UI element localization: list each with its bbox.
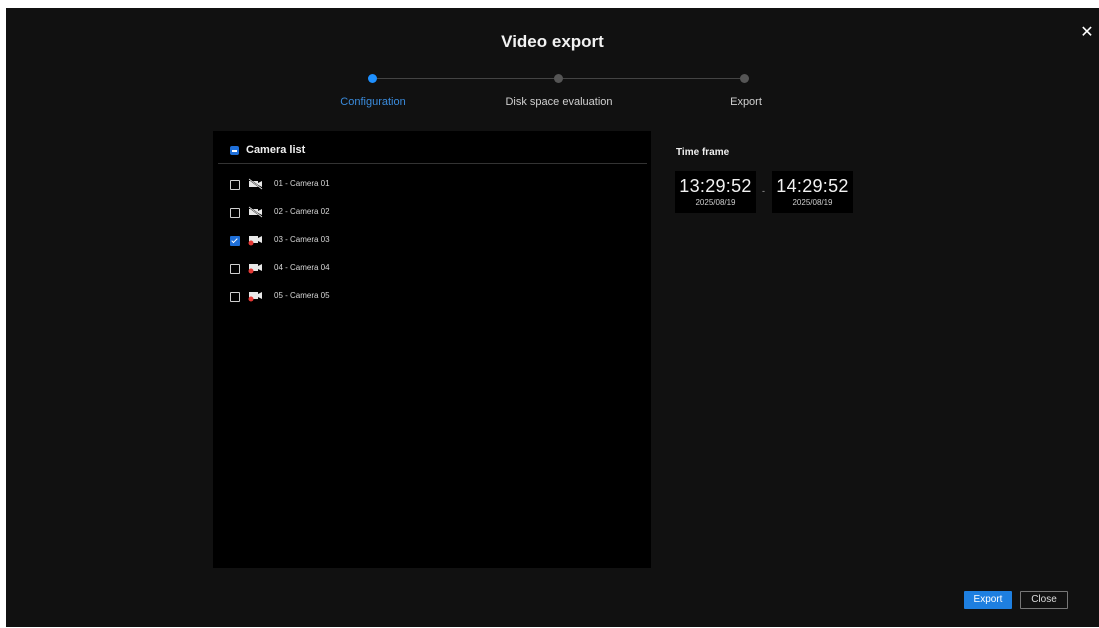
camera-recording-icon <box>248 292 262 302</box>
step-connector <box>377 78 554 79</box>
camera-checkbox[interactable] <box>230 236 240 246</box>
camera-list-title: Camera list <box>246 144 306 156</box>
end-time-box[interactable]: 14:29:52 2025/08/19 <box>772 171 853 213</box>
camera-checkbox[interactable] <box>230 264 240 274</box>
camera-recording-icon <box>248 264 262 274</box>
camera-list-panel: Camera list 01 - Camera 01 02 - Camera 0… <box>213 131 651 568</box>
camera-name: 05 - Camera 05 <box>274 291 330 300</box>
step-connector <box>563 78 740 79</box>
camera-name: 04 - Camera 04 <box>274 263 330 272</box>
step-label-export: Export <box>730 96 762 108</box>
camera-row[interactable]: 01 - Camera 01 <box>230 176 630 194</box>
step-dot-configuration <box>368 74 377 83</box>
close-icon[interactable]: ✕ <box>1079 25 1095 41</box>
step-dot-disk-space <box>554 74 563 83</box>
start-time: 13:29:52 <box>679 176 752 196</box>
select-all-checkbox[interactable] <box>230 146 239 155</box>
camera-recording-icon <box>248 236 262 246</box>
camera-row[interactable]: 05 - Camera 05 <box>230 288 630 306</box>
camera-name: 03 - Camera 03 <box>274 235 330 244</box>
camera-row[interactable]: 02 - Camera 02 <box>230 204 630 222</box>
video-export-dialog: Video export ✕ Configuration Disk space … <box>6 8 1099 627</box>
camera-row[interactable]: 03 - Camera 03 <box>230 232 630 250</box>
export-button[interactable]: Export <box>964 591 1012 609</box>
camera-checkbox[interactable] <box>230 208 240 218</box>
start-date: 2025/08/19 <box>695 198 736 207</box>
camera-list-header: Camera list <box>218 131 647 164</box>
camera-checkbox[interactable] <box>230 180 240 190</box>
close-button[interactable]: Close <box>1020 591 1068 609</box>
step-label-configuration: Configuration <box>340 96 406 108</box>
step-label-disk-space: Disk space evaluation <box>505 96 613 108</box>
camera-offline-icon <box>248 178 263 190</box>
time-frame-title: Time frame <box>676 147 730 158</box>
dialog-title: Video export <box>501 32 604 51</box>
camera-name: 01 - Camera 01 <box>274 179 330 188</box>
camera-row[interactable]: 04 - Camera 04 <box>230 260 630 278</box>
export-stepper: Configuration Disk space evaluation Expo… <box>6 72 1099 112</box>
camera-offline-icon <box>248 206 263 218</box>
end-time: 14:29:52 <box>776 176 849 196</box>
end-date: 2025/08/19 <box>792 198 833 207</box>
time-separator: - <box>762 186 765 196</box>
start-time-box[interactable]: 13:29:52 2025/08/19 <box>675 171 756 213</box>
camera-name: 02 - Camera 02 <box>274 207 330 216</box>
camera-checkbox[interactable] <box>230 292 240 302</box>
step-dot-export <box>740 74 749 83</box>
